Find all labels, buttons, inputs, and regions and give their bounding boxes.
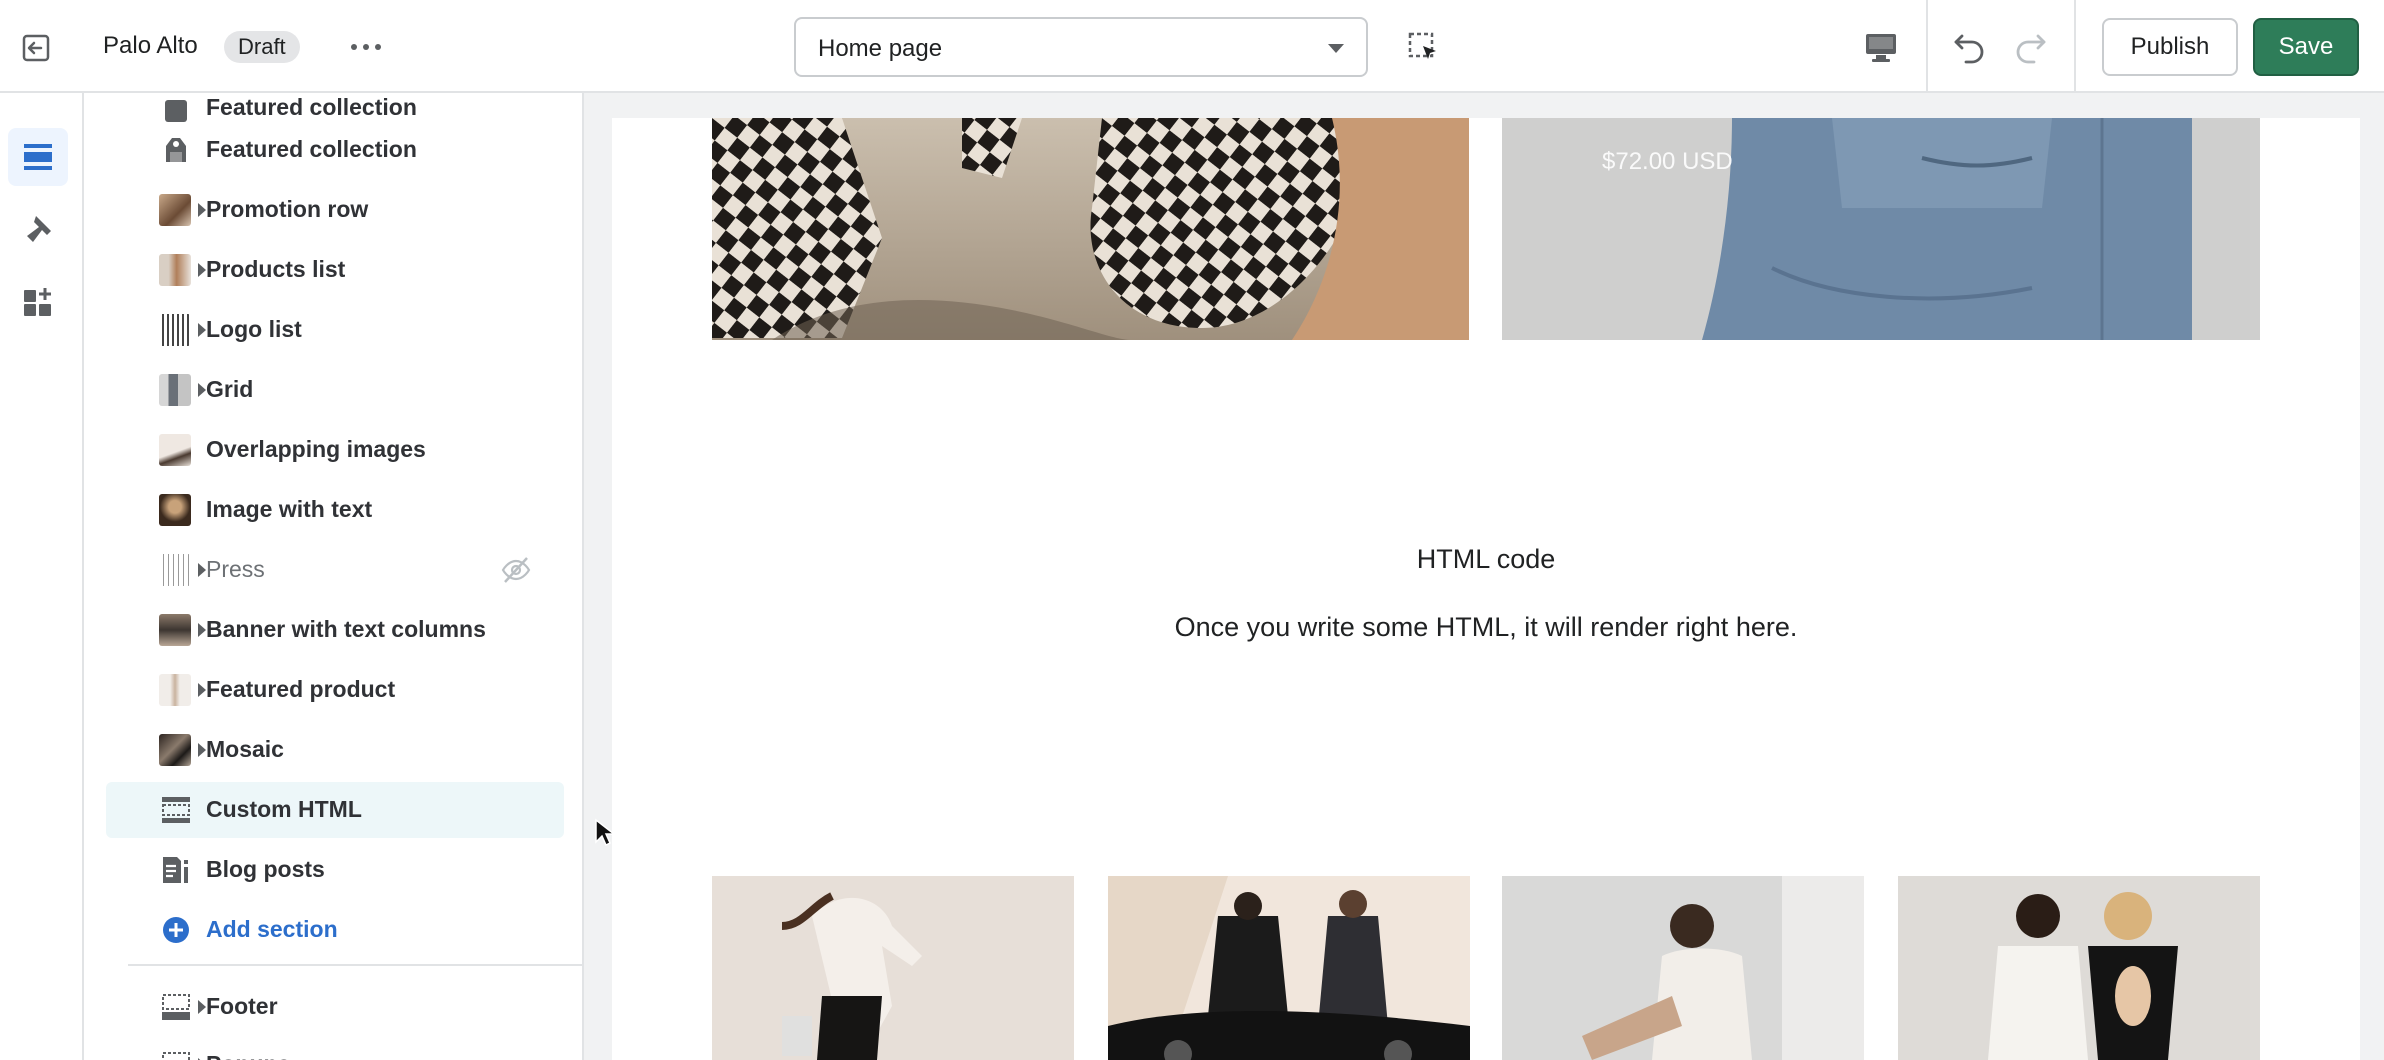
section-label: Blog posts bbox=[206, 856, 325, 882]
section-item[interactable]: Featured product bbox=[106, 662, 564, 718]
section-label: Mosaic bbox=[206, 736, 284, 762]
add-section-button[interactable]: Add section bbox=[106, 902, 564, 958]
publish-button[interactable]: Publish bbox=[2102, 18, 2238, 76]
caret-right-icon[interactable] bbox=[198, 323, 206, 337]
section-item[interactable]: Mosaic bbox=[106, 722, 564, 778]
section-thumbnail bbox=[159, 434, 191, 466]
section-item[interactable]: Logo list bbox=[106, 302, 564, 358]
plus-circle-icon bbox=[159, 913, 193, 947]
section-thumbnail bbox=[159, 494, 191, 526]
eye-off-icon[interactable] bbox=[500, 554, 532, 586]
custom-html-heading: HTML code bbox=[1416, 544, 1556, 574]
caret-right-icon[interactable] bbox=[198, 683, 206, 697]
section-label: Featured product bbox=[206, 676, 396, 702]
store-name: Palo Alto bbox=[103, 32, 198, 59]
caret-right-icon[interactable] bbox=[198, 743, 206, 757]
popups-icon bbox=[159, 1048, 193, 1060]
product-image[interactable] bbox=[1502, 876, 1864, 1060]
section-label: Featured collection bbox=[206, 94, 417, 120]
inspector-icon[interactable] bbox=[1404, 28, 1444, 68]
section-label: Image with text bbox=[206, 496, 373, 522]
section-thumbnail bbox=[159, 254, 191, 286]
section-thumbnail bbox=[159, 554, 191, 586]
section-thumbnail bbox=[159, 374, 191, 406]
section-item[interactable]: Overlapping images bbox=[106, 422, 564, 478]
section-item-selected[interactable]: Custom HTML bbox=[106, 782, 564, 838]
section-label: Grid bbox=[206, 376, 254, 402]
top-bar: Palo Alto Draft Home page Publish Save bbox=[0, 0, 2384, 93]
section-label: Popups bbox=[206, 1051, 290, 1060]
redo-icon[interactable] bbox=[2008, 26, 2052, 70]
section-label: Promotion row bbox=[206, 196, 369, 222]
chevron-down-icon bbox=[1328, 44, 1344, 53]
caret-right-icon[interactable] bbox=[198, 623, 206, 637]
page-select-value: Home page bbox=[818, 35, 943, 62]
product-price: $72.00 USD bbox=[1602, 148, 1733, 175]
section-label: Custom HTML bbox=[206, 796, 362, 822]
caret-right-icon[interactable] bbox=[198, 1000, 206, 1014]
undo-icon[interactable] bbox=[1948, 26, 1992, 70]
sidebar-divider bbox=[128, 964, 582, 966]
section-thumbnail bbox=[159, 314, 191, 346]
product-image[interactable] bbox=[712, 118, 1469, 340]
toolbar-divider bbox=[1926, 0, 1928, 93]
section-label: Overlapping images bbox=[206, 436, 426, 462]
section-label: Banner with text columns bbox=[206, 616, 486, 642]
caret-right-icon[interactable] bbox=[198, 263, 206, 277]
section-thumbnail bbox=[159, 674, 191, 706]
sections-sidebar: Featured collection Featured collection … bbox=[84, 93, 584, 1060]
mouse-cursor-icon bbox=[594, 818, 617, 853]
caret-right-icon[interactable] bbox=[198, 203, 206, 217]
section-label: Footer bbox=[206, 993, 278, 1019]
app-embeds-icon[interactable] bbox=[8, 273, 68, 331]
section-item[interactable]: Blog posts bbox=[106, 842, 564, 898]
storefront-preview[interactable]: $72.00 USD bbox=[612, 118, 2360, 1060]
section-item[interactable]: Footer bbox=[106, 979, 564, 1035]
left-rail bbox=[0, 93, 84, 1060]
section-item[interactable]: Popups bbox=[106, 1037, 564, 1060]
section-item[interactable]: Press bbox=[106, 542, 564, 598]
section-label: Featured collection bbox=[206, 136, 417, 162]
product-image[interactable] bbox=[1898, 876, 2260, 1060]
blog-icon bbox=[159, 853, 193, 887]
section-thumbnail bbox=[159, 734, 191, 766]
section-item[interactable]: Banner with text columns bbox=[106, 602, 564, 658]
theme-settings-icon[interactable] bbox=[8, 200, 68, 258]
footer-icon bbox=[159, 990, 193, 1024]
product-image[interactable] bbox=[1108, 876, 1470, 1060]
exit-icon[interactable] bbox=[15, 27, 57, 69]
caret-right-icon[interactable] bbox=[198, 383, 206, 397]
collection-icon bbox=[159, 133, 193, 167]
toolbar-divider bbox=[2074, 0, 2076, 93]
section-label: Products list bbox=[206, 256, 346, 282]
add-section-label: Add section bbox=[206, 916, 338, 942]
section-thumbnail bbox=[159, 614, 191, 646]
section-item[interactable]: Products list bbox=[106, 242, 564, 298]
save-button[interactable]: Save bbox=[2253, 18, 2359, 76]
desktop-view-icon[interactable] bbox=[1860, 27, 1902, 69]
section-item[interactable]: Grid bbox=[106, 362, 564, 418]
sections-icon[interactable] bbox=[8, 128, 68, 186]
section-item[interactable]: Promotion row bbox=[106, 182, 564, 238]
section-label: Logo list bbox=[206, 316, 302, 342]
caret-right-icon[interactable] bbox=[198, 563, 206, 577]
section-item[interactable]: Featured collection bbox=[106, 122, 564, 178]
page-select[interactable]: Home page bbox=[794, 17, 1368, 77]
product-image[interactable] bbox=[712, 876, 1074, 1060]
status-badge: Draft bbox=[224, 31, 300, 63]
more-actions-icon[interactable] bbox=[344, 26, 388, 68]
section-thumbnail bbox=[159, 194, 191, 226]
custom-html-placeholder: Once you write some HTML, it will render… bbox=[1174, 612, 1798, 642]
section-item[interactable]: Image with text bbox=[106, 482, 564, 538]
section-label: Press bbox=[206, 556, 265, 582]
custom-html-icon bbox=[159, 793, 193, 827]
